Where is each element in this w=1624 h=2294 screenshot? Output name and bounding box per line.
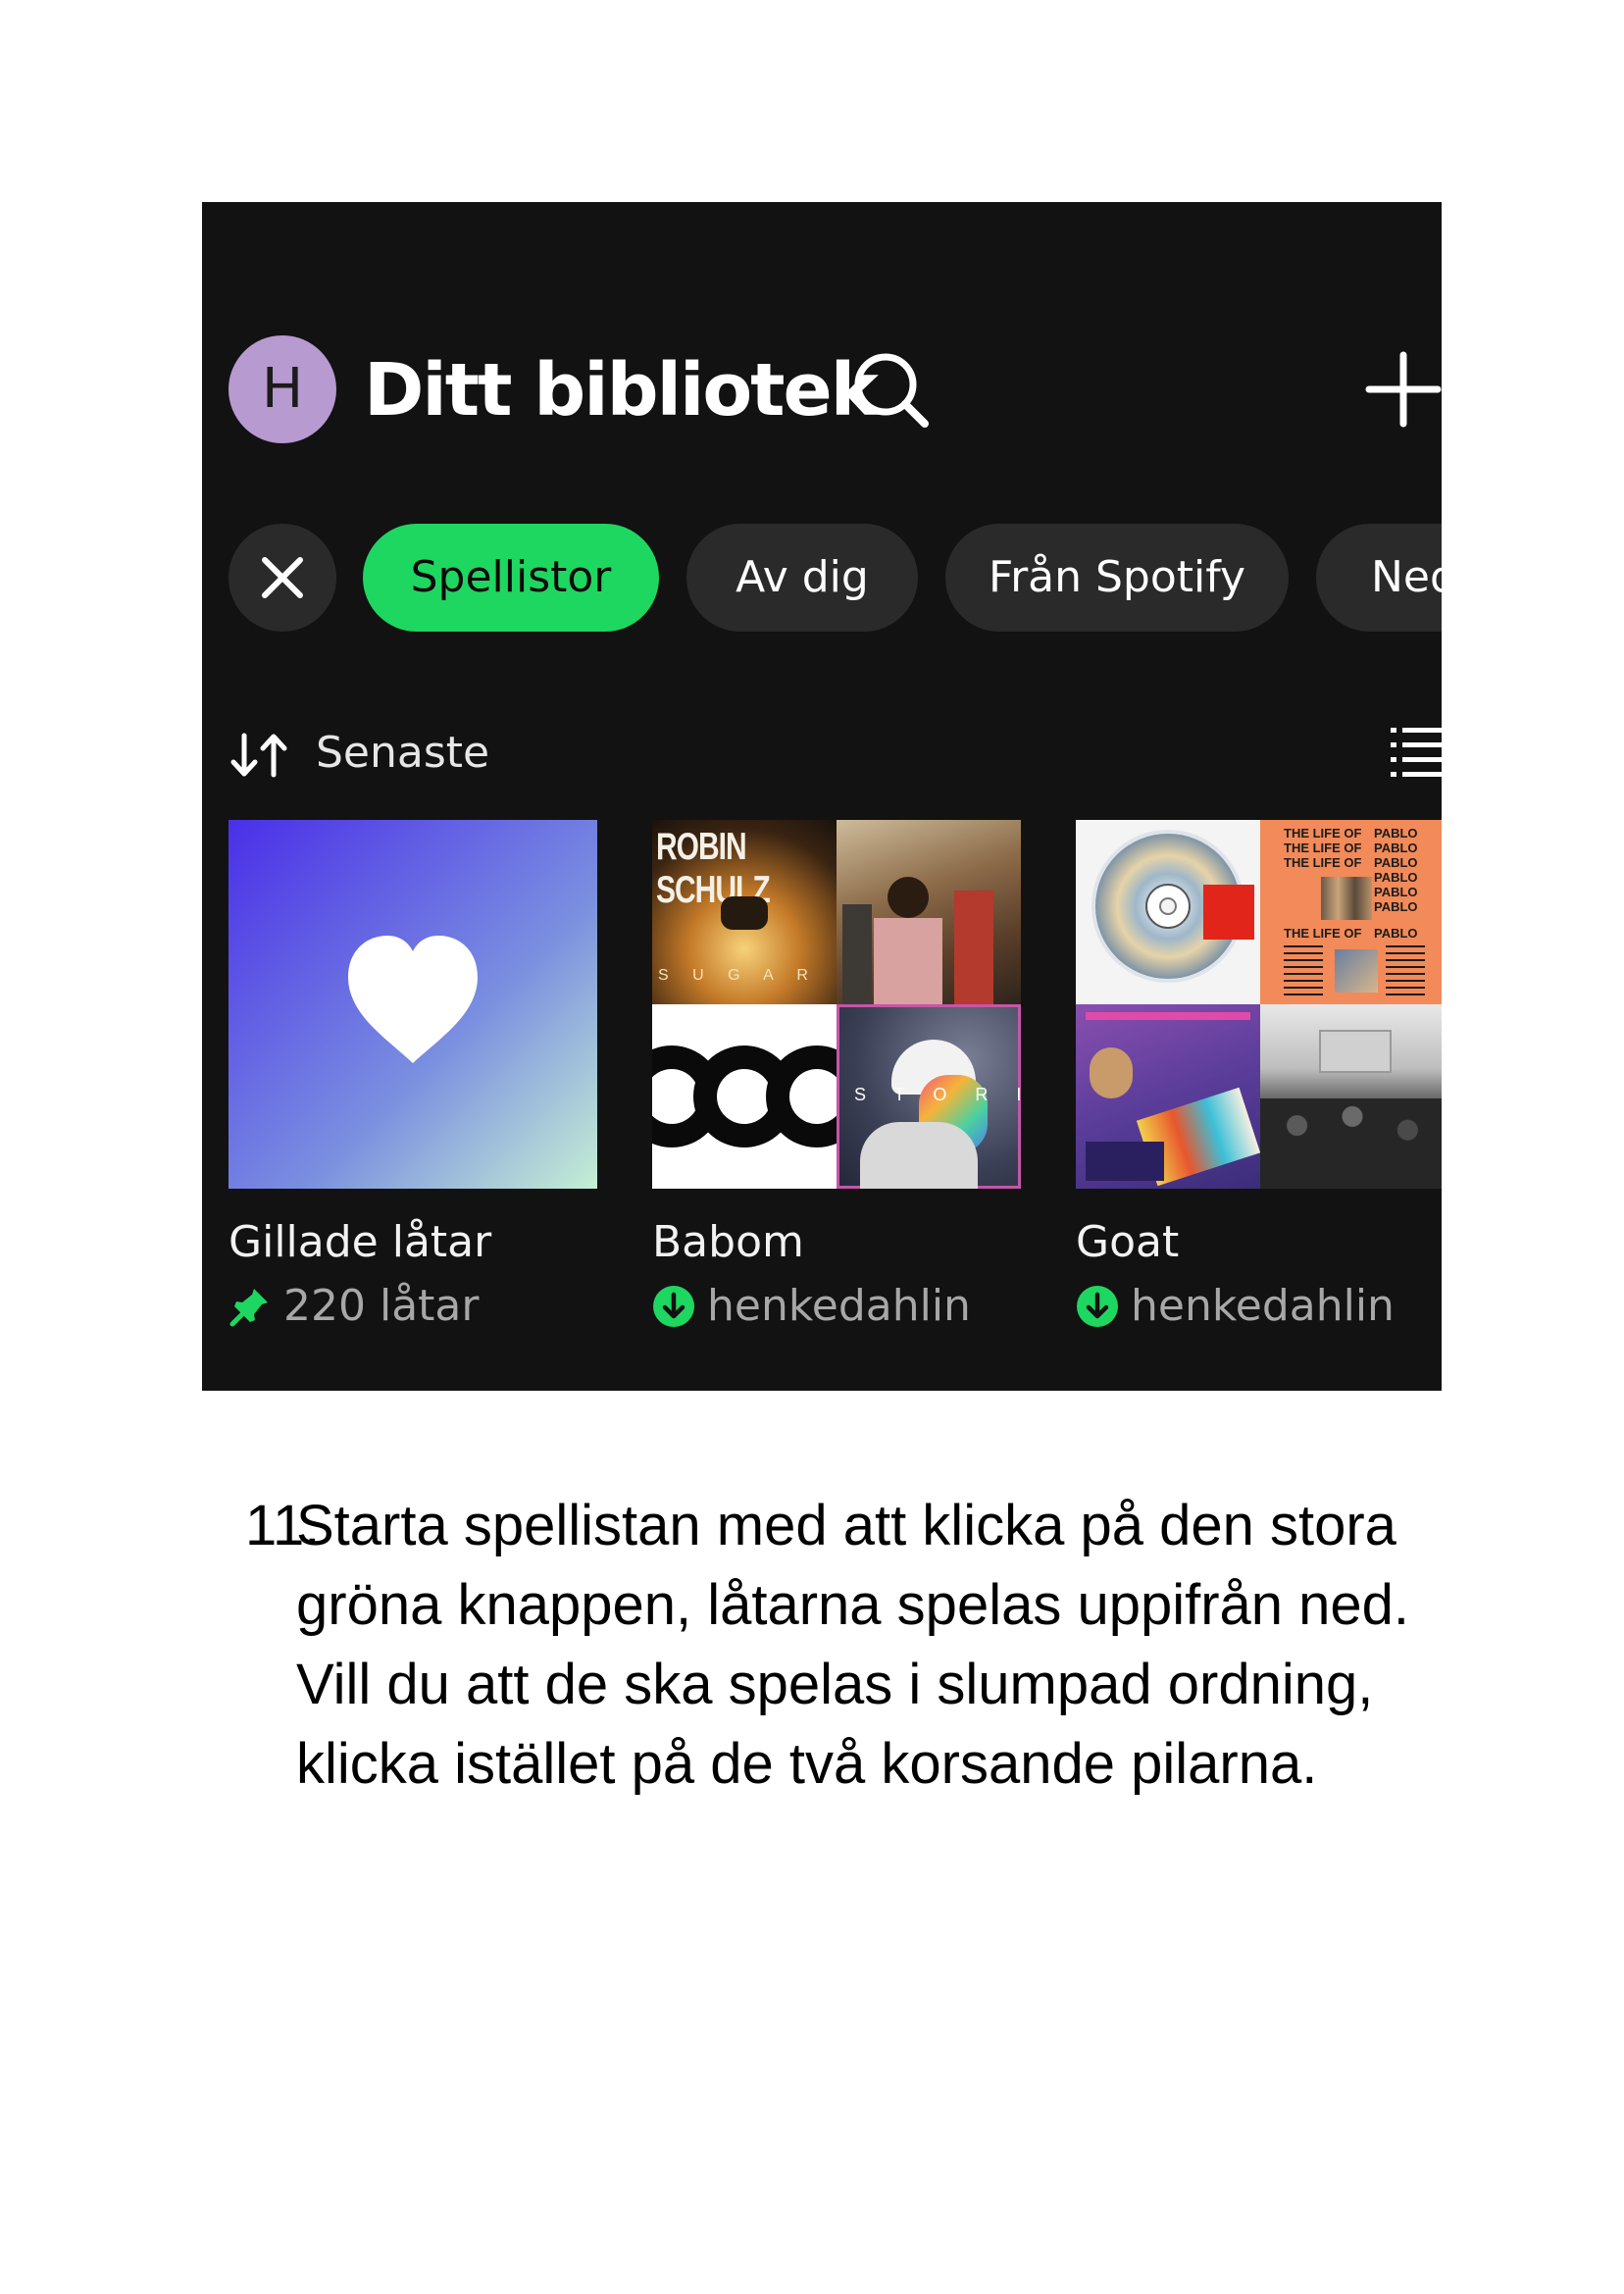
step-text: Starta spellistan med att klicka på den …: [296, 1494, 1410, 1796]
album-art-pablo: THE LIFE OF THE LIFE OF THE LIFE OF PABL…: [1260, 820, 1442, 1004]
page-title: Ditt bibliotek: [364, 348, 879, 433]
playlist-card-babom[interactable]: ROBIN SCHULZ S U G A R S T O R Babom hen…: [652, 820, 1021, 1331]
sort-arrows-icon[interactable]: [228, 728, 289, 783]
playlist-title: Goat: [1076, 1217, 1180, 1267]
close-icon: [262, 557, 303, 598]
liked-songs-cover: [228, 820, 597, 1189]
pin-icon: [229, 1288, 268, 1326]
playlist-subtitle: henkedahlin: [1076, 1281, 1395, 1331]
album-art-yeezus: [1076, 820, 1260, 1004]
playlist-title: Babom: [652, 1217, 804, 1267]
goat-cover: THE LIFE OF THE LIFE OF THE LIFE OF PABL…: [1076, 820, 1442, 1189]
babom-cover: ROBIN SCHULZ S U G A R S T O R: [652, 820, 1021, 1189]
sort-row: Senaste: [202, 685, 1442, 802]
album-art-rings: [652, 1004, 837, 1189]
album-art-graduation: [1076, 1004, 1260, 1189]
album-art-people: [837, 820, 1021, 1004]
sort-label[interactable]: Senaste: [316, 726, 489, 781]
library-screenshot: H Ditt bibliotek Spellistor Av dig Från …: [202, 202, 1442, 1391]
chip-av-dig[interactable]: Av dig: [686, 524, 918, 632]
album-art-crowd: [1260, 1004, 1442, 1189]
album-art-sugar: ROBIN SCHULZ S U G A R: [652, 820, 837, 1004]
library-header: H Ditt bibliotek Spellistor Av dig Från …: [202, 202, 1442, 685]
playlist-title: Gillade låtar: [228, 1217, 492, 1267]
downloaded-icon: [653, 1285, 694, 1327]
list-view-icon[interactable]: [1391, 724, 1442, 779]
heart-icon: [348, 936, 478, 1063]
avatar[interactable]: H: [228, 335, 336, 443]
playlist-subtitle: 220 låtar: [228, 1281, 479, 1331]
playlist-card-goat[interactable]: THE LIFE OF THE LIFE OF THE LIFE OF PABL…: [1076, 820, 1442, 1331]
playlist-card-liked[interactable]: Gillade låtar 220 låtar: [228, 820, 597, 1331]
chip-spellistor[interactable]: Spellistor: [363, 524, 659, 632]
search-icon[interactable]: [846, 345, 935, 433]
chip-fran-spotify[interactable]: Från Spotify: [945, 524, 1289, 632]
chip-nedladdat[interactable]: Ned: [1316, 524, 1442, 632]
album-art-stories: S T O R I E S: [837, 1004, 1021, 1189]
downloaded-icon: [1077, 1285, 1118, 1327]
add-icon[interactable]: [1359, 345, 1442, 433]
clear-filter-button[interactable]: [228, 524, 336, 632]
playlist-subtitle: henkedahlin: [652, 1281, 971, 1331]
